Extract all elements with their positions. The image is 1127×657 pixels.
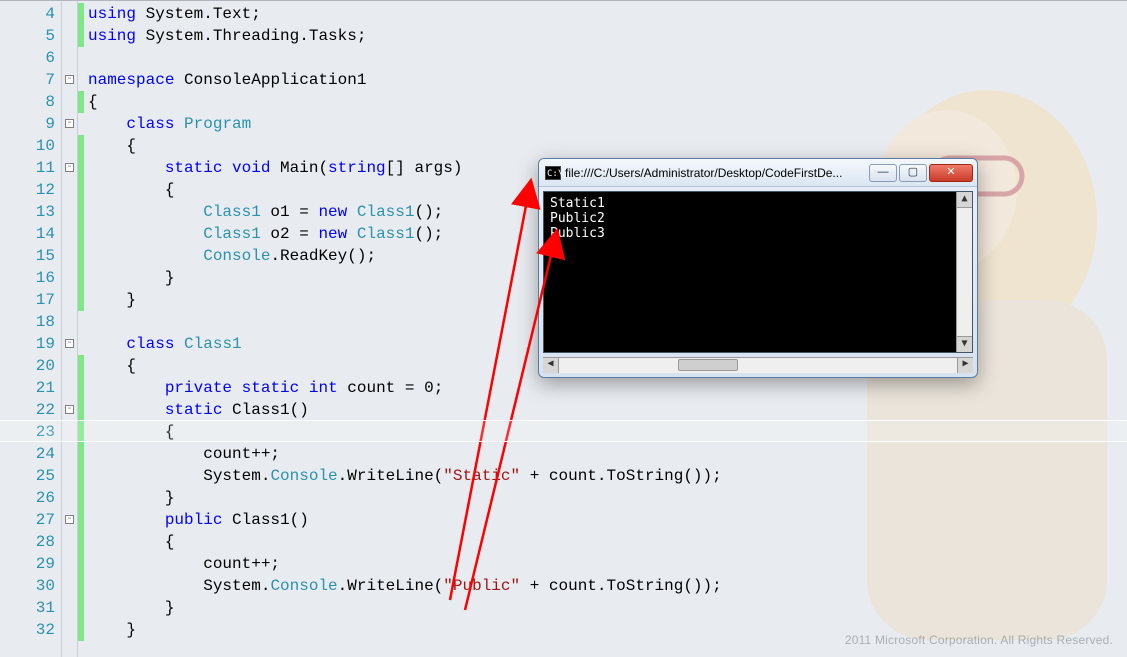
line-number: 17	[0, 289, 55, 311]
line-number: 19	[0, 333, 55, 355]
line-number: 10	[0, 135, 55, 157]
minimize-button[interactable]: —	[869, 164, 897, 182]
console-line: Static1	[550, 196, 966, 211]
line-number: 7	[0, 69, 55, 91]
code-line[interactable]: count++;	[84, 443, 1127, 465]
code-line[interactable]	[84, 47, 1127, 69]
console-title: file:///C:/Users/Administrator/Desktop/C…	[565, 166, 865, 180]
fold-toggle-icon[interactable]: -	[65, 405, 74, 414]
line-number: 6	[0, 47, 55, 69]
code-line[interactable]: }	[84, 487, 1127, 509]
code-line[interactable]: {	[84, 135, 1127, 157]
console-titlebar[interactable]: C:\ file:///C:/Users/Administrator/Deskt…	[539, 159, 977, 187]
line-number: 32	[0, 619, 55, 641]
line-number: 13	[0, 201, 55, 223]
line-number: 8	[0, 91, 55, 113]
line-number: 12	[0, 179, 55, 201]
console-window[interactable]: C:\ file:///C:/Users/Administrator/Deskt…	[538, 158, 978, 378]
scroll-left-icon[interactable]: ◀	[543, 358, 559, 373]
line-number: 31	[0, 597, 55, 619]
line-number: 24	[0, 443, 55, 465]
scroll-up-icon[interactable]: ▲	[957, 192, 972, 208]
code-line[interactable]: System.Console.WriteLine("Static" + coun…	[84, 465, 1127, 487]
watermark-text: 2011 Microsoft Corporation. All Rights R…	[845, 633, 1113, 647]
line-number: 9	[0, 113, 55, 135]
line-number: 15	[0, 245, 55, 267]
line-number: 25	[0, 465, 55, 487]
line-number: 14	[0, 223, 55, 245]
fold-toggle-icon[interactable]: -	[65, 339, 74, 348]
line-number: 5	[0, 25, 55, 47]
fold-toggle-icon[interactable]: -	[65, 119, 74, 128]
code-line[interactable]: count++;	[84, 553, 1127, 575]
line-number: 29	[0, 553, 55, 575]
scroll-down-icon[interactable]: ▼	[957, 336, 972, 352]
line-number-gutter: 4567891011121314151617181920212223242526…	[0, 1, 62, 657]
close-button[interactable]: ✕	[929, 164, 973, 182]
code-line[interactable]: public Class1()	[84, 509, 1127, 531]
scroll-thumb[interactable]	[678, 359, 738, 371]
code-line[interactable]: using System.Threading.Tasks;	[84, 25, 1127, 47]
fold-column[interactable]: - - - - - -	[62, 1, 78, 657]
scroll-right-icon[interactable]: ▶	[957, 358, 973, 373]
code-line[interactable]: static Class1()	[84, 399, 1127, 421]
line-number: 23	[0, 421, 55, 443]
cmd-icon: C:\	[545, 166, 561, 180]
console-vertical-scrollbar[interactable]: ▲ ▼	[956, 192, 972, 352]
line-number: 16	[0, 267, 55, 289]
code-line[interactable]: private static int count = 0;	[84, 377, 1127, 399]
line-number: 27	[0, 509, 55, 531]
code-line[interactable]: {	[84, 421, 1127, 443]
code-line[interactable]: System.Console.WriteLine("Public" + coun…	[84, 575, 1127, 597]
code-line[interactable]: using System.Text;	[84, 3, 1127, 25]
line-number: 20	[0, 355, 55, 377]
line-number: 30	[0, 575, 55, 597]
code-line[interactable]: {	[84, 91, 1127, 113]
line-number: 4	[0, 3, 55, 25]
console-horizontal-scrollbar[interactable]: ◀ ▶	[543, 357, 973, 373]
fold-toggle-icon[interactable]: -	[65, 515, 74, 524]
line-number: 26	[0, 487, 55, 509]
fold-toggle-icon[interactable]: -	[65, 75, 74, 84]
line-number: 18	[0, 311, 55, 333]
console-line: Public2	[550, 211, 966, 226]
maximize-button[interactable]: ▢	[899, 164, 927, 182]
console-output[interactable]: Static1Public2Public3 ▲ ▼	[543, 191, 973, 353]
code-line[interactable]: namespace ConsoleApplication1	[84, 69, 1127, 91]
line-number: 21	[0, 377, 55, 399]
console-line: Public3	[550, 226, 966, 241]
code-line[interactable]: {	[84, 531, 1127, 553]
fold-toggle-icon[interactable]: -	[65, 163, 74, 172]
code-line[interactable]: class Program	[84, 113, 1127, 135]
line-number: 11	[0, 157, 55, 179]
line-number: 22	[0, 399, 55, 421]
code-line[interactable]: }	[84, 597, 1127, 619]
line-number: 28	[0, 531, 55, 553]
